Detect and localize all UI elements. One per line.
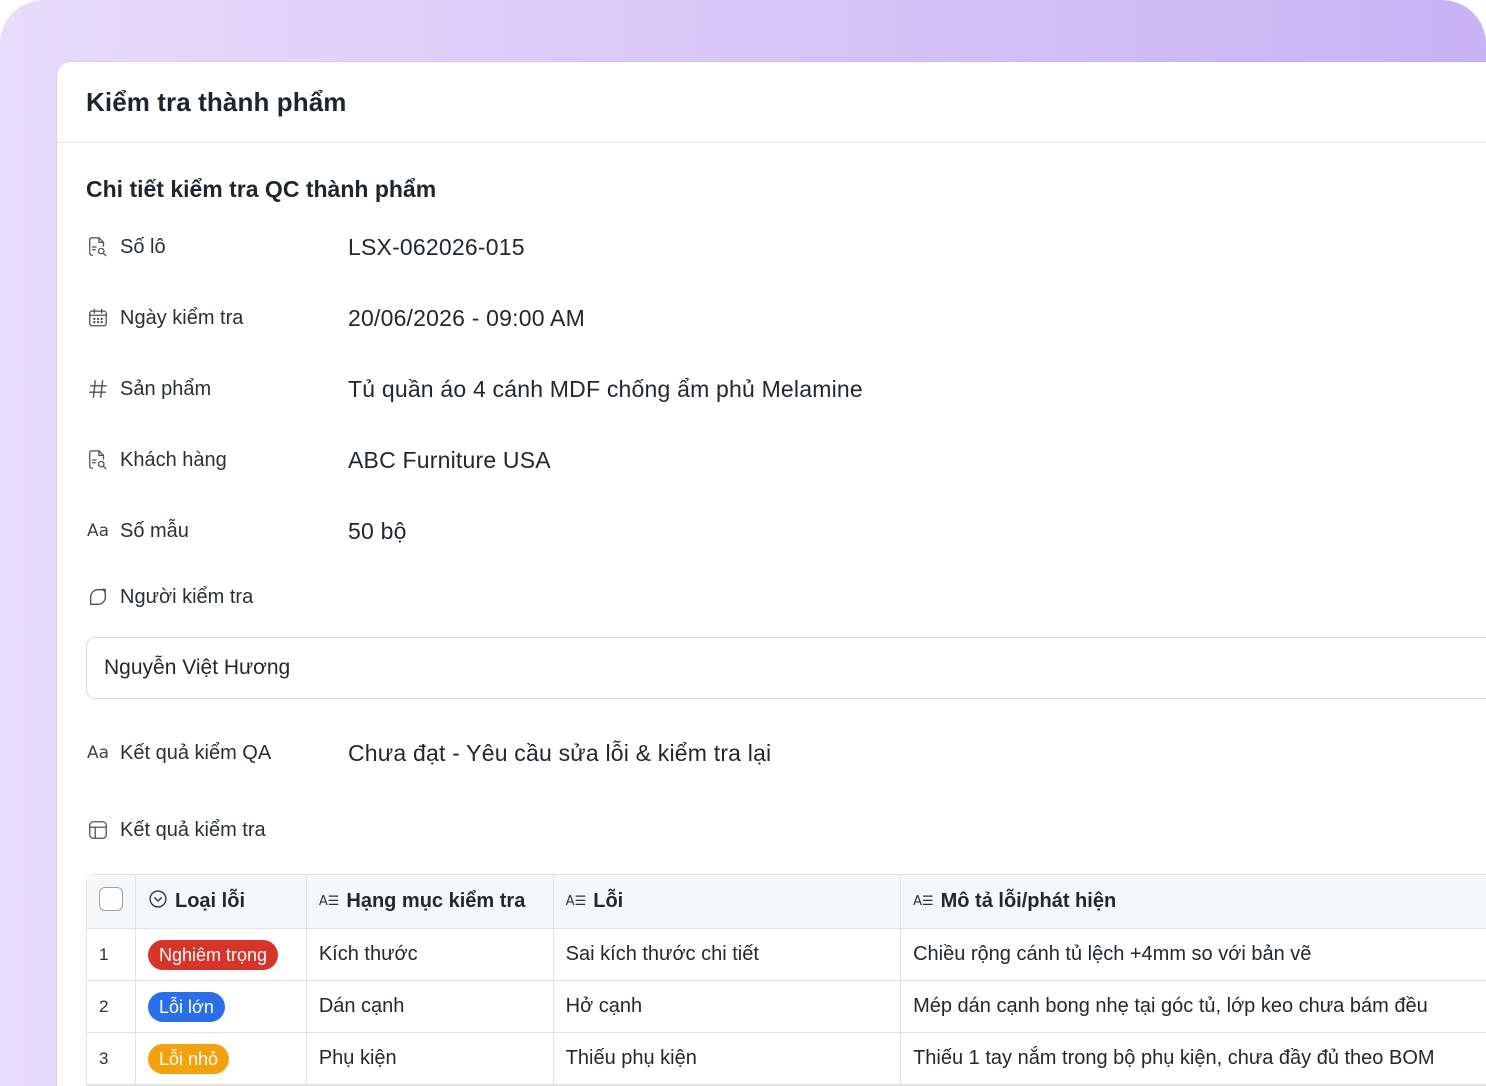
field-product: Sản phẩm Tủ quần áo 4 cánh MDF chống ẩm … bbox=[86, 369, 863, 409]
severity-badge: Nghiêm trọng bbox=[148, 939, 279, 970]
text-field-icon: A☰ bbox=[913, 894, 934, 909]
cell-defect[interactable]: Thiếu phụ kiện bbox=[553, 1033, 902, 1085]
record-panel: Kiểm tra thành phẩm Chi tiết kiểm tra QC… bbox=[57, 62, 1486, 1086]
cell-category[interactable]: Dán cạnh bbox=[306, 981, 554, 1033]
field-label-product: Sản phẩm bbox=[120, 377, 212, 400]
cell-category[interactable]: Phụ kiện bbox=[306, 1033, 554, 1085]
table-icon bbox=[86, 818, 110, 842]
hash-icon bbox=[86, 377, 110, 401]
page-title: Kiểm tra thành phẩm bbox=[86, 86, 347, 117]
field-label-results: Kết quả kiểm tra bbox=[120, 818, 266, 841]
field-date: Ngày kiểm tra 20/06/2026 - 09:00 AM bbox=[86, 298, 585, 338]
text-field-icon: A☰ bbox=[565, 894, 587, 909]
row-index: 2 bbox=[87, 981, 136, 1033]
field-label-samples: Số mẫu bbox=[120, 519, 189, 542]
column-label-description: Mô tả lỗi/phát hiện bbox=[940, 890, 1117, 912]
field-results-table: Kết quả kiểm tra bbox=[86, 810, 348, 850]
chevron-circle-icon bbox=[148, 889, 168, 915]
document-search-icon bbox=[86, 448, 110, 472]
text-icon: Aa bbox=[86, 743, 110, 763]
field-samples: Aa Số mẫu 50 bộ bbox=[86, 511, 407, 551]
table-row[interactable]: 2 Lỗi lớn Dán cạnh Hở cạnh Mép dán cạnh … bbox=[87, 981, 1486, 1033]
cell-type[interactable]: Lỗi nhỏ bbox=[136, 1033, 307, 1085]
select-all-checkbox[interactable] bbox=[99, 887, 123, 911]
calendar-icon bbox=[86, 306, 110, 330]
field-qa-result: Aa Kết quả kiểm QA Chưa đạt - Yêu cầu sử… bbox=[86, 733, 771, 773]
field-value-samples[interactable]: 50 bộ bbox=[348, 518, 407, 545]
field-value-customer[interactable]: ABC Furniture USA bbox=[348, 447, 551, 474]
results-table: Loại lỗi A☰ Hạng mục kiểm tra A☰ Lỗi A☰ … bbox=[86, 874, 1486, 1086]
column-header-category[interactable]: A☰ Hạng mục kiểm tra bbox=[306, 875, 554, 929]
user-shape-icon bbox=[86, 585, 110, 609]
field-label-qa-result: Kết quả kiểm QA bbox=[120, 741, 272, 764]
text-field-icon: A☰ bbox=[318, 894, 340, 909]
section-title: Chi tiết kiểm tra QC thành phẩm bbox=[86, 176, 437, 202]
column-label-type: Loại lỗi bbox=[175, 890, 245, 912]
field-value-qa-result[interactable]: Chưa đạt - Yêu cầu sửa lỗi & kiểm tra lạ… bbox=[348, 740, 771, 767]
cell-description[interactable]: Chiều rộng cánh tủ lệch +4mm so với bản … bbox=[901, 929, 1486, 981]
field-label-inspector: Người kiểm tra bbox=[120, 585, 254, 608]
field-value-date[interactable]: 20/06/2026 - 09:00 AM bbox=[348, 305, 585, 332]
field-label-customer: Khách hàng bbox=[120, 448, 227, 471]
cell-type[interactable]: Lỗi lớn bbox=[136, 981, 307, 1033]
column-header-defect[interactable]: A☰ Lỗi bbox=[553, 875, 902, 929]
field-label-date: Ngày kiểm tra bbox=[120, 306, 244, 329]
row-index: 3 bbox=[87, 1033, 136, 1085]
panel-header: Kiểm tra thành phẩm bbox=[57, 62, 1486, 143]
inspector-field[interactable]: Nguyễn Việt Hương bbox=[86, 637, 1486, 699]
field-value-product[interactable]: Tủ quần áo 4 cánh MDF chống ẩm phủ Melam… bbox=[348, 376, 863, 403]
severity-badge: Lỗi lớn bbox=[148, 991, 225, 1022]
cell-category[interactable]: Kích thước bbox=[306, 929, 554, 981]
field-customer: Khách hàng ABC Furniture USA bbox=[86, 440, 551, 480]
text-icon: Aa bbox=[86, 521, 110, 541]
cell-description[interactable]: Thiếu 1 tay nắm trong bộ phụ kiện, chưa … bbox=[901, 1033, 1486, 1085]
select-all-cell bbox=[87, 875, 136, 929]
table-row[interactable]: 1 Nghiêm trọng Kích thước Sai kích thước… bbox=[87, 929, 1486, 981]
column-label-category: Hạng mục kiểm tra bbox=[346, 890, 526, 912]
document-search-icon bbox=[86, 235, 110, 259]
cell-type[interactable]: Nghiêm trọng bbox=[136, 929, 307, 981]
column-header-type[interactable]: Loại lỗi bbox=[136, 875, 307, 929]
row-index: 1 bbox=[87, 929, 136, 981]
field-lot: Số lô LSX-062026-015 bbox=[86, 227, 525, 267]
field-label-lot: Số lô bbox=[120, 235, 166, 258]
table-header-row: Loại lỗi A☰ Hạng mục kiểm tra A☰ Lỗi A☰ … bbox=[87, 875, 1486, 929]
field-value-lot[interactable]: LSX-062026-015 bbox=[348, 234, 525, 261]
column-header-description[interactable]: A☰ Mô tả lỗi/phát hiện bbox=[901, 875, 1486, 929]
severity-badge: Lỗi nhỏ bbox=[148, 1043, 230, 1074]
app-background: Kiểm tra thành phẩm Chi tiết kiểm tra QC… bbox=[0, 0, 1486, 1086]
cell-defect[interactable]: Sai kích thước chi tiết bbox=[553, 929, 902, 981]
table-row[interactable]: 3 Lỗi nhỏ Phụ kiện Thiếu phụ kiện Thiếu … bbox=[87, 1033, 1486, 1085]
field-inspector: Người kiểm tra bbox=[86, 577, 348, 617]
cell-defect[interactable]: Hở cạnh bbox=[553, 981, 902, 1033]
column-label-defect: Lỗi bbox=[593, 890, 624, 912]
cell-description[interactable]: Mép dán cạnh bong nhẹ tại góc tủ, lớp ke… bbox=[901, 981, 1486, 1033]
